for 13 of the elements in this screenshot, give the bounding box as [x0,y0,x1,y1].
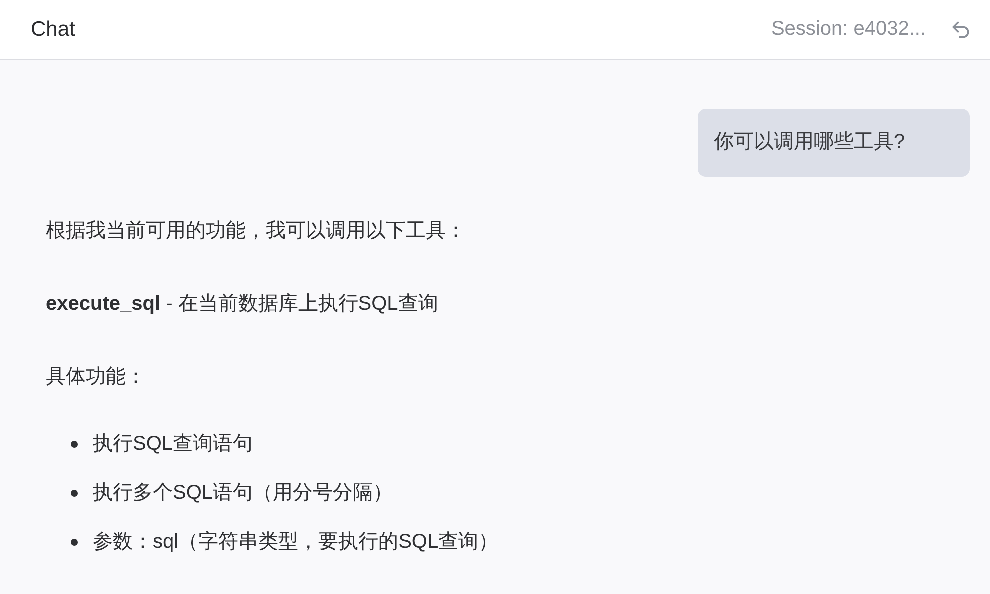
assistant-paragraph: 具体功能： [46,365,147,390]
list-item-text: 参数：sql（字符串类型，要执行的SQL查询） [93,530,499,555]
undo-icon[interactable] [950,18,972,40]
bullet-icon [71,490,78,497]
list-item-text: 执行多个SQL语句（用分号分隔） [93,481,394,506]
assistant-paragraph: execute_sql - 在当前数据库上执行SQL查询 [46,292,440,317]
session-label: Session: e4032... [771,18,926,41]
bullet-icon [71,539,78,546]
user-message-bubble: 你可以调用哪些工具? [698,109,970,177]
chat-title: Chat [31,18,76,42]
assistant-paragraph: 根据我当前可用的功能，我可以调用以下工具： [46,219,467,244]
list-item-text: 执行SQL查询语句 [93,432,254,457]
bullet-icon [71,441,78,448]
